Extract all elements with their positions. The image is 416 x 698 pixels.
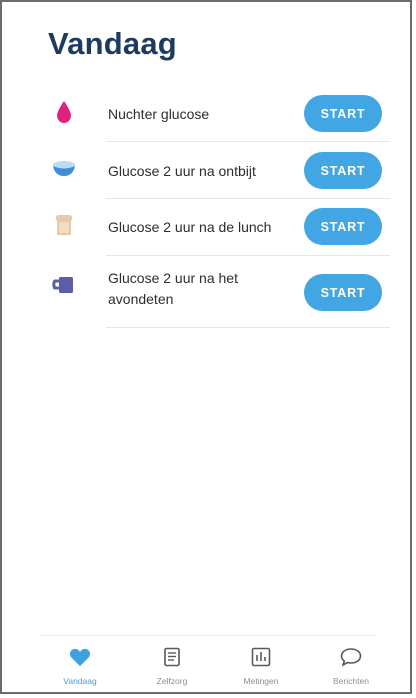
tab-zelfzorg[interactable]: Zelfzorg: [132, 640, 212, 692]
start-button[interactable]: START: [304, 274, 382, 311]
document-icon: [163, 644, 181, 670]
task-label: Glucose 2 uur na ontbijt: [108, 163, 256, 179]
page-title: Vandaag: [48, 26, 177, 61]
tab-metingen[interactable]: Metingen: [221, 640, 301, 692]
bottom-tab-bar: Vandaag Zelfzorg Metingen Berichten: [2, 640, 414, 692]
start-button[interactable]: START: [304, 152, 382, 189]
chat-bubble-icon: [340, 644, 362, 670]
task-label: Glucose 2 uur na het avondeten: [108, 270, 238, 307]
tab-berichten[interactable]: Berichten: [311, 640, 391, 692]
mug-icon: [52, 273, 76, 297]
chart-icon: [251, 644, 271, 670]
tabbar-divider: [40, 635, 376, 636]
tab-label: Metingen: [243, 676, 279, 686]
start-button[interactable]: START: [304, 208, 382, 245]
tab-label: Berichten: [333, 676, 369, 686]
divider: [106, 327, 390, 328]
divider: [106, 141, 390, 142]
divider: [106, 255, 390, 256]
bowl-icon: [52, 157, 76, 181]
tab-vandaag[interactable]: Vandaag: [40, 640, 120, 692]
tab-label: Zelfzorg: [156, 676, 188, 686]
phone-screen: Vandaag Nuchter glucose START Glucose 2 …: [0, 0, 412, 694]
task-label: Glucose 2 uur na de lunch: [108, 219, 272, 235]
divider: [106, 198, 390, 199]
task-label: Nuchter glucose: [108, 106, 210, 122]
tab-label: Vandaag: [63, 676, 97, 686]
bread-icon: [52, 213, 76, 237]
drop-icon: [52, 100, 76, 124]
start-button[interactable]: START: [304, 95, 382, 132]
heart-icon: [69, 644, 91, 670]
